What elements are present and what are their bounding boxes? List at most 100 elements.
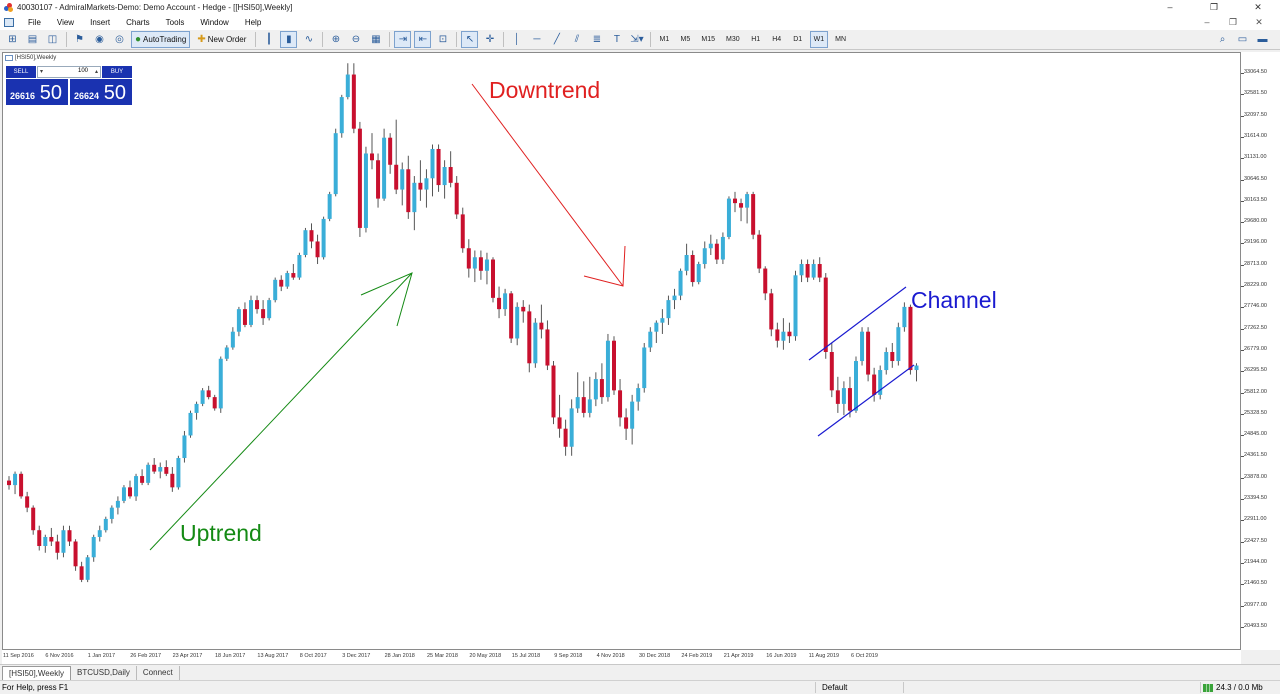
time-label: 11 Aug 2019: [808, 653, 840, 659]
new-chart-icon[interactable]: ⊞: [4, 31, 21, 48]
timeframe-m5[interactable]: M5: [676, 31, 694, 48]
chat-icon[interactable]: ▭: [1234, 31, 1251, 48]
timeframe-m1[interactable]: M1: [655, 31, 673, 48]
tab-connect[interactable]: Connect: [137, 666, 180, 680]
candle-body: [442, 167, 447, 186]
price-scale[interactable]: 33064.50 32581.50 32097.50 31614.00 31131.00…: [1241, 52, 1280, 650]
chart-symbol-label: [HSI50],Weekly: [15, 55, 57, 61]
sell-button[interactable]: SELL: [6, 66, 36, 78]
toolbar-right: ⌕ ▭ ▬: [1214, 31, 1274, 48]
timeframe-m30[interactable]: M30: [722, 31, 744, 48]
navigator-icon[interactable]: ⚑: [71, 31, 88, 48]
candle-body: [206, 390, 211, 398]
maximize-button[interactable]: ❐: [1192, 0, 1236, 15]
volume-value: 100: [77, 68, 88, 74]
vertical-line-icon[interactable]: │: [508, 31, 525, 48]
text-label-icon[interactable]: T: [608, 31, 625, 48]
candle-body: [370, 153, 374, 161]
candle-body: [605, 340, 610, 398]
tile-windows-icon[interactable]: ▦: [367, 31, 384, 48]
timeframe-mn[interactable]: MN: [831, 31, 850, 48]
menu-file[interactable]: File: [20, 15, 49, 30]
tab-btcusd-daily[interactable]: BTCUSD,Daily: [71, 666, 137, 680]
candle-body: [793, 275, 798, 337]
profiles-icon[interactable]: ▤: [24, 31, 41, 48]
minimize-button[interactable]: –: [1148, 0, 1192, 15]
menu-view[interactable]: View: [49, 15, 82, 30]
candle-body: [472, 257, 477, 269]
child-close-button[interactable]: ✕: [1246, 15, 1272, 30]
zoom-out-icon[interactable]: ⊖: [347, 31, 364, 48]
candle-body: [406, 169, 411, 213]
cursor-icon[interactable]: ↖: [461, 31, 479, 48]
candle-body: [436, 148, 441, 186]
candle-body: [618, 390, 623, 418]
buy-button[interactable]: BUY: [102, 66, 132, 78]
downtrend-annotation[interactable]: Downtrend: [489, 77, 600, 104]
close-button[interactable]: ✕: [1236, 0, 1280, 15]
chart-header: [HSI50],Weekly: [5, 55, 56, 61]
fibonacci-icon[interactable]: ≣: [588, 31, 605, 48]
indicators-icon[interactable]: ⊡: [434, 31, 451, 48]
status-separator: [903, 682, 904, 693]
uptrend-annotation[interactable]: Uptrend: [180, 520, 262, 547]
search-icon[interactable]: ⌕: [1214, 31, 1231, 48]
candle-body: [182, 435, 187, 459]
time-scale[interactable]: 11 Sep 2016 6 Nov 2016 1 Jan 2017 26 Feb 20…: [2, 650, 1241, 664]
connection-status[interactable]: 24.3 / 0.0 Mb: [1203, 683, 1263, 692]
timeframe-m15[interactable]: M15: [697, 31, 719, 48]
candle-body: [696, 264, 701, 283]
candle-body: [557, 417, 562, 429]
market-watch-icon[interactable]: ◫: [44, 31, 61, 48]
child-restore-button[interactable]: ❐: [1220, 15, 1246, 30]
title-bar: 40030107 - AdmiralMarkets-Demo: Demo Acc…: [0, 0, 1280, 15]
volume-dropdown-icon[interactable]: ▾: [40, 68, 43, 75]
volume-spinner-icon[interactable]: ▴: [95, 68, 98, 75]
channel-annotation[interactable]: Channel: [911, 287, 997, 314]
menu-insert[interactable]: Insert: [82, 15, 118, 30]
volume-field[interactable]: ▾ 100 ▴: [37, 66, 101, 78]
chart-shift-icon[interactable]: ⇤: [414, 31, 432, 48]
sell-price-button[interactable]: 26616 50: [6, 79, 68, 105]
trendline-icon[interactable]: ╱: [548, 31, 565, 48]
buy-price-button[interactable]: 26624 50: [70, 79, 132, 105]
new-order-button[interactable]: ✚ New Order: [193, 31, 250, 48]
auto-scroll-icon[interactable]: ⇥: [394, 31, 412, 48]
one-click-trading-panel: SELL ▾ 100 ▴ BUY 26616 50 26624 50: [6, 66, 132, 105]
bar-chart-icon[interactable]: ┃: [260, 31, 277, 48]
timeframe-h1[interactable]: H1: [747, 31, 765, 48]
zoom-in-icon[interactable]: ⊕: [327, 31, 344, 48]
candlestick-icon[interactable]: ▮: [280, 31, 298, 48]
menu-help[interactable]: Help: [237, 15, 269, 30]
chart-window[interactable]: [HSI50],Weekly SELL ▾ 100 ▴ BUY 26616 50…: [2, 52, 1241, 650]
candle-body: [527, 311, 532, 364]
line-chart-icon[interactable]: ∿: [300, 31, 317, 48]
candle-body: [152, 464, 157, 472]
candle-body: [702, 248, 707, 265]
signals-icon[interactable]: ▬: [1254, 31, 1271, 48]
arrows-dropdown-icon[interactable]: ⇲▾: [628, 31, 645, 48]
timeframe-w1[interactable]: W1: [809, 31, 829, 48]
sell-price-small: 26616: [10, 91, 36, 101]
equidistant-channel-icon[interactable]: ⫽: [568, 31, 585, 48]
candle-body: [37, 530, 42, 546]
price-label: 31131.00: [1244, 154, 1267, 161]
chart-document-icon[interactable]: [4, 18, 14, 27]
candle-body: [884, 352, 889, 371]
candle-body: [97, 530, 102, 537]
status-profile: Default: [822, 683, 848, 692]
autotrading-button[interactable]: ● AutoTrading: [131, 31, 191, 48]
candlestick-plot[interactable]: [3, 53, 1241, 650]
strategy-tester-icon[interactable]: ◎: [111, 31, 128, 48]
menu-charts[interactable]: Charts: [118, 15, 158, 30]
timeframe-d1[interactable]: D1: [789, 31, 807, 48]
horizontal-line-icon[interactable]: ─: [528, 31, 545, 48]
crosshair-icon[interactable]: ✛: [481, 31, 498, 48]
terminal-icon[interactable]: ◉: [91, 31, 108, 48]
menu-tools[interactable]: Tools: [158, 15, 193, 30]
tab-hsi50-weekly[interactable]: [HSI50],Weekly: [2, 666, 71, 680]
timeframe-h4[interactable]: H4: [768, 31, 786, 48]
menu-window[interactable]: Window: [192, 15, 236, 30]
toolbar-separator: [456, 32, 458, 47]
child-minimize-button[interactable]: –: [1194, 15, 1220, 30]
